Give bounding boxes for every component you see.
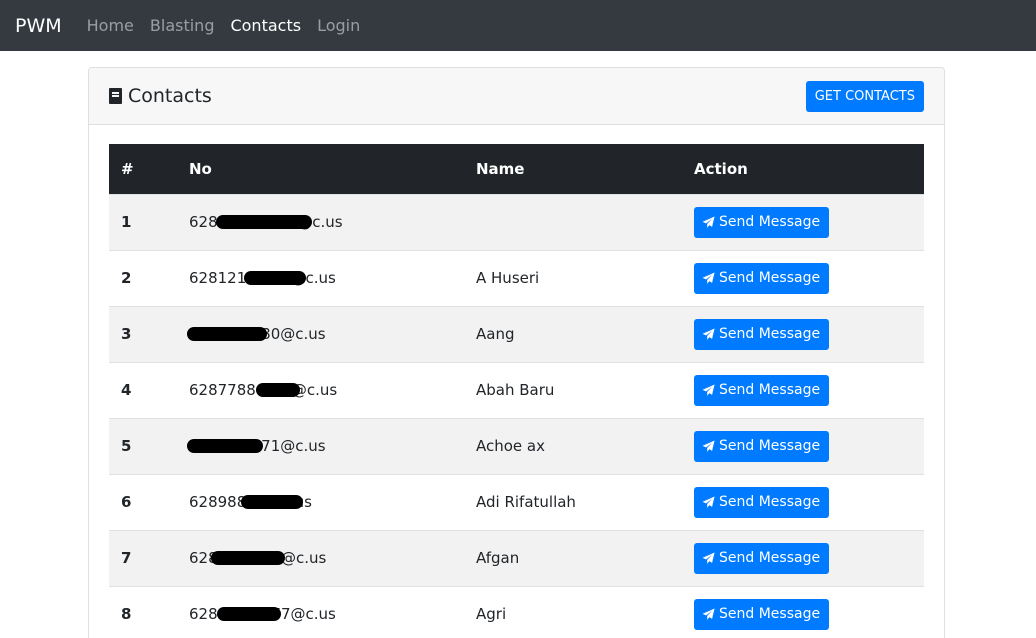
header-no: No (189, 159, 212, 178)
contacts-card: Contacts GET CONTACTS # No Name Action 1… (88, 67, 945, 638)
header-index: # (121, 159, 134, 178)
table-row: 4 62877880•••@c.us Abah Baru Send Messag… (109, 362, 924, 418)
send-message-label: Send Message (719, 270, 821, 286)
row-name: Afgan (476, 549, 520, 567)
send-message-button[interactable]: Send Message (694, 318, 830, 350)
row-phone-cell: 628•••••••••@c.us (177, 194, 464, 250)
send-message-label: Send Message (719, 438, 821, 454)
row-phone-cell: 628•••••777@c.us (177, 586, 464, 638)
table-row: 2 628121•••••@c.us A Huseri Send Message (109, 250, 924, 306)
row-action-cell: Send Message (682, 250, 924, 306)
row-phone-cell: 628•••••71@c.us (177, 530, 464, 586)
row-name (464, 194, 682, 250)
send-message-button[interactable]: Send Message (694, 598, 830, 630)
send-message-button[interactable]: Send Message (694, 486, 830, 518)
table-row: 1 628•••••••••@c.us Send Message (109, 194, 924, 250)
send-message-button[interactable]: Send Message (694, 374, 830, 406)
header-action: Action (694, 159, 748, 178)
table-header-row: # No Name Action (109, 144, 924, 194)
nav-link-blasting[interactable]: Blasting (150, 16, 215, 35)
paper-plane-icon (702, 327, 715, 341)
card-title: Contacts (109, 85, 212, 107)
row-action-cell: Send Message (682, 586, 924, 638)
row-index: 2 (121, 269, 132, 287)
redaction-mark (217, 607, 281, 622)
paper-plane-icon (702, 271, 715, 285)
send-message-label: Send Message (719, 382, 821, 398)
row-index: 1 (121, 213, 132, 231)
row-index: 3 (121, 325, 132, 343)
row-action-cell: Send Message (682, 474, 924, 530)
nav-link-contacts[interactable]: Contacts (230, 16, 301, 35)
send-message-label: Send Message (719, 550, 821, 566)
top-navbar: PWM Home Blasting Contacts Login (0, 0, 1036, 51)
row-action-cell: Send Message (682, 418, 924, 474)
row-name: Adi Rifatullah (476, 493, 576, 511)
paper-plane-icon (702, 383, 715, 397)
send-message-label: Send Message (719, 606, 821, 623)
send-message-label: Send Message (719, 326, 821, 342)
row-name: Aang (476, 325, 515, 343)
row-phone: 628988••••c.us (189, 493, 312, 511)
row-phone: 628•••••777@c.us (189, 605, 336, 623)
redaction-mark (211, 551, 285, 565)
row-name: Abah Baru (476, 381, 555, 399)
paper-plane-icon (702, 608, 715, 621)
send-message-label: Send Message (719, 214, 821, 230)
row-action-cell: Send Message (682, 362, 924, 418)
paper-plane-icon (702, 495, 715, 509)
row-phone: ••••••6580@c.us (187, 325, 326, 343)
redaction-mark (244, 271, 306, 285)
row-phone-cell: 62877880•••@c.us (177, 362, 464, 418)
row-name: A Huseri (476, 269, 540, 287)
redaction-mark (187, 439, 263, 453)
row-phone: 62877880•••@c.us (189, 381, 337, 399)
send-message-label: Send Message (719, 494, 821, 510)
nav-link-home[interactable]: Home (87, 16, 134, 35)
row-name: Agri (476, 605, 507, 624)
redaction-mark (241, 495, 303, 509)
row-action-cell: Send Message (682, 194, 924, 250)
row-index: 8 (121, 605, 132, 624)
send-message-button[interactable]: Send Message (694, 430, 830, 462)
row-index: 7 (121, 549, 132, 567)
redaction-mark (216, 215, 312, 229)
table-row: 5 ••••••2371@c.us Achoe ax Send Message (109, 418, 924, 474)
row-phone: 628•••••71@c.us (189, 549, 326, 567)
row-phone-cell: ••••••2371@c.us (177, 418, 464, 474)
get-contacts-button[interactable]: GET CONTACTS (805, 80, 924, 112)
table-row: 8 628•••••777@c.us Agri Send Message (109, 586, 924, 638)
row-phone: ••••••2371@c.us (187, 437, 326, 455)
table-row: 7 628•••••71@c.us Afgan Send Message (109, 530, 924, 586)
row-index: 5 (121, 437, 132, 455)
brand-logo[interactable]: PWM (15, 15, 62, 37)
row-index: 4 (121, 381, 132, 399)
redaction-mark (256, 383, 300, 397)
card-header: Contacts GET CONTACTS (89, 68, 944, 125)
row-phone-cell: 628121•••••@c.us (177, 250, 464, 306)
send-message-button[interactable]: Send Message (694, 542, 830, 574)
row-phone-cell: 628988••••c.us (177, 474, 464, 530)
book-icon (109, 88, 122, 104)
send-message-button[interactable]: Send Message (694, 206, 830, 238)
row-phone: 628•••••••••@c.us (189, 213, 343, 231)
paper-plane-icon (702, 551, 715, 565)
nav-link-login[interactable]: Login (317, 16, 360, 35)
send-message-button[interactable]: Send Message (694, 262, 830, 294)
header-name: Name (476, 159, 525, 178)
row-phone-cell: ••••••6580@c.us (177, 306, 464, 362)
paper-plane-icon (702, 439, 715, 453)
row-action-cell: Send Message (682, 306, 924, 362)
row-name: Achoe ax (476, 437, 545, 455)
redaction-mark (187, 327, 267, 341)
table-row: 3 ••••••6580@c.us Aang Send Message (109, 306, 924, 362)
paper-plane-icon (702, 215, 715, 229)
contacts-table: # No Name Action 1 628•••••••••@c.us Sen… (109, 144, 924, 638)
table-row: 6 628988••••c.us Adi Rifatullah Send Mes… (109, 474, 924, 530)
row-phone: 628121•••••@c.us (189, 269, 336, 287)
row-index: 6 (121, 493, 132, 511)
card-title-text: Contacts (128, 85, 212, 107)
row-action-cell: Send Message (682, 530, 924, 586)
